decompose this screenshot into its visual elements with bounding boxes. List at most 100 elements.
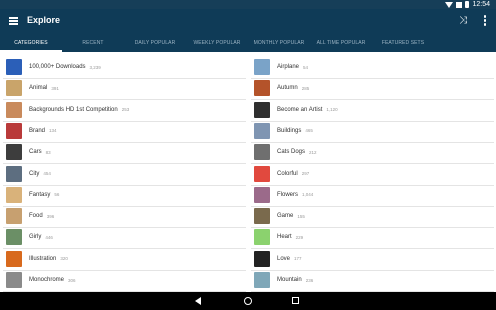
category-thumbnail: [6, 186, 22, 203]
notification-icons: [2, 2, 12, 15]
category-thumbnail: [254, 80, 270, 97]
category-item-flowers[interactable]: Flowers 1,044: [248, 185, 494, 207]
app-bar: Explore ⤨: [0, 9, 496, 34]
category-name: Buildings: [277, 127, 302, 134]
category-count: 177: [294, 256, 302, 262]
category-count: 229: [295, 234, 304, 240]
category-item-colorful[interactable]: Colorful 297: [248, 164, 494, 186]
home-icon[interactable]: [244, 297, 252, 305]
tab-daily-popular[interactable]: DAILY POPULAR: [124, 34, 186, 52]
category-name: Girly: [29, 234, 42, 241]
back-icon[interactable]: [195, 297, 201, 305]
category-name: Illustration: [29, 255, 57, 262]
category-item-become-an-artist[interactable]: Become an Artist 1,120: [248, 100, 494, 122]
category-count: 320: [60, 256, 68, 262]
category-item-monochrome[interactable]: Monochrome 306: [0, 270, 246, 292]
menu-icon[interactable]: [9, 17, 18, 25]
category-count: 446: [45, 234, 53, 240]
category-count: 1,044: [302, 192, 314, 198]
category-name: Backgrounds HD 1st Competition: [29, 106, 118, 113]
category-thumbnail: [6, 122, 22, 139]
category-thumbnail: [6, 272, 22, 288]
category-thumbnail: [254, 250, 270, 267]
category-count: 3,239: [89, 64, 101, 70]
tab-featured-sets[interactable]: FEATURED SETS: [372, 34, 434, 52]
category-name: Fantasy: [29, 191, 51, 198]
category-count: 454: [43, 171, 51, 176]
category-thumbnail: [254, 101, 270, 118]
category-name: Cats Dogs: [277, 149, 306, 156]
category-name: City: [29, 170, 40, 177]
category-item-game[interactable]: Game 155: [248, 206, 494, 229]
category-name: Autumn: [277, 85, 298, 92]
category-item-animal[interactable]: Animal 391: [0, 78, 246, 101]
category-item-illustration[interactable]: Illustration 320: [0, 249, 246, 271]
category-thumbnail: [254, 122, 270, 139]
category-name: Food: [29, 213, 43, 220]
category-count: 212: [309, 149, 317, 155]
category-item-backgrounds-hd-1st-competition[interactable]: Backgrounds HD 1st Competition 253: [0, 100, 246, 122]
more-options-icon[interactable]: [483, 15, 487, 27]
category-thumbnail: [6, 250, 22, 267]
page-title: Explore: [27, 15, 61, 25]
category-item-fantasy[interactable]: Fantasy 56: [0, 185, 246, 207]
battery-icon: [465, 1, 470, 8]
status-time: 12:54: [472, 1, 490, 8]
category-count: 134: [49, 128, 57, 134]
tab-weekly-popular[interactable]: WEEKLY POPULAR: [186, 34, 248, 52]
signal-icon: [456, 1, 463, 8]
category-thumbnail: [254, 208, 270, 225]
category-item-city[interactable]: City 454: [0, 164, 246, 186]
category-count: 155: [297, 213, 305, 219]
category-count: 56: [54, 192, 60, 198]
category-item-girly[interactable]: Girly 446: [0, 227, 246, 250]
category-name: Love: [277, 255, 291, 262]
category-item-cats-dogs[interactable]: Cats Dogs 212: [248, 142, 494, 165]
category-item-airplane[interactable]: Airplane 54: [248, 57, 494, 79]
category-count: 83: [45, 149, 51, 155]
category-thumbnail: [254, 229, 270, 246]
category-name: Airplane: [277, 64, 300, 70]
category-count: 236: [305, 277, 314, 283]
category-count: 306: [68, 277, 76, 283]
category-count: 297: [301, 171, 310, 176]
category-name: 100,000+ Downloads: [29, 64, 86, 70]
category-count: 396: [46, 213, 55, 219]
status-bar: 12:54: [0, 0, 496, 15]
category-item-mountain[interactable]: Mountain 236: [248, 270, 494, 292]
category-thumbnail: [254, 186, 270, 203]
category-item-cars[interactable]: Cars 83: [0, 142, 246, 165]
category-list: 100,000+ Downloads 3,239 Animal 391 Backgrou…: [0, 57, 496, 292]
navigation-bar: [0, 292, 496, 310]
category-thumbnail: [254, 144, 270, 161]
category-item-food[interactable]: Food 396: [0, 206, 246, 229]
tab-bar: CATEGORIES RECENT DAILY POPULAR WEEKLY P…: [0, 34, 496, 52]
category-count: 1,120: [326, 107, 338, 113]
category-thumbnail: [6, 59, 22, 75]
tab-categories[interactable]: CATEGORIES: [0, 34, 62, 52]
tab-monthly-popular[interactable]: MONTHLY POPULAR: [248, 34, 310, 52]
category-item-brand[interactable]: Brand 134: [0, 121, 246, 143]
category-thumbnail: [6, 101, 22, 118]
category-name: Mountain: [277, 277, 302, 283]
category-item-100-000-downloads[interactable]: 100,000+ Downloads 3,239: [0, 57, 246, 79]
category-thumbnail: [254, 272, 270, 288]
tab-all-time-popular[interactable]: ALL TIME POPULAR: [310, 34, 372, 52]
category-item-love[interactable]: Love 177: [248, 249, 494, 271]
category-item-buildings[interactable]: Buildings 465: [248, 121, 494, 143]
category-name: Colorful: [277, 170, 298, 177]
category-name: Game: [277, 213, 294, 220]
category-count: 465: [305, 128, 313, 134]
category-name: Monochrome: [29, 277, 65, 283]
category-name: Flowers: [277, 191, 299, 198]
category-item-heart[interactable]: Heart 229: [248, 227, 494, 250]
category-count: 391: [51, 85, 59, 91]
category-item-autumn[interactable]: Autumn 285: [248, 78, 494, 101]
category-name: Cars: [29, 149, 42, 156]
category-thumbnail: [6, 229, 22, 246]
status-icons: 12:54: [445, 0, 490, 9]
tab-recent[interactable]: RECENT: [62, 34, 124, 52]
recent-apps-icon[interactable]: [292, 297, 299, 304]
category-thumbnail: [6, 144, 22, 161]
shuffle-icon[interactable]: ⤨: [459, 16, 469, 26]
